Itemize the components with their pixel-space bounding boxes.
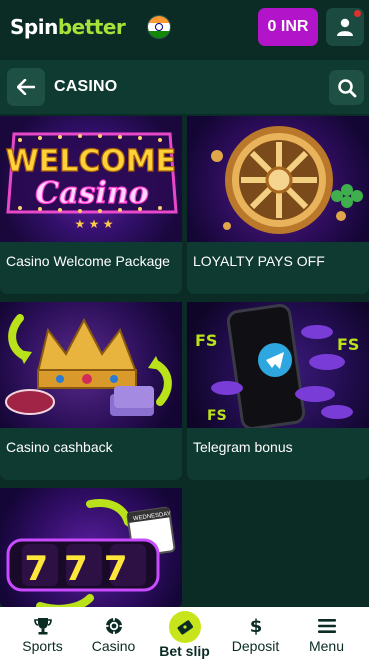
top-header: Spinbetter 0 INR [0, 0, 369, 56]
promo-image-cashback [0, 302, 182, 428]
nav-sports[interactable]: Sports [6, 607, 79, 660]
arrow-left-icon [17, 79, 35, 95]
svg-text:★ ★ ★: ★ ★ ★ [75, 217, 114, 231]
promo-image-welcome: WELCOME Casino ★ ★ ★ [0, 116, 182, 242]
nav-label: Casino [91, 638, 136, 654]
nav-label: Bet slip [159, 643, 210, 659]
page-title: CASINO [54, 78, 118, 95]
svg-text:FS: FS [207, 408, 227, 424]
svg-text:Casino: Casino [35, 176, 148, 211]
svg-text:777: 777 [25, 549, 144, 589]
promo-title: Telegram bonus [193, 439, 293, 455]
promo-card-loyalty[interactable]: LOYALTY PAYS OFF [187, 116, 369, 294]
promo-card-slots[interactable]: WEDNESDAY 777 [0, 488, 182, 608]
nav-label: Menu [308, 638, 345, 654]
logo-part-better: better [57, 15, 126, 39]
user-icon [337, 18, 353, 36]
section-header: CASINO [0, 60, 369, 114]
balance-button[interactable]: 0 INR [258, 8, 318, 46]
profile-button[interactable] [326, 8, 364, 46]
promo-card-cashback[interactable]: Casino cashback [0, 302, 182, 480]
nav-deposit[interactable]: $ Deposit [219, 607, 292, 660]
svg-text:$: $ [249, 616, 262, 636]
svg-text:FS: FS [195, 331, 217, 350]
back-button[interactable] [7, 68, 45, 106]
promo-card-welcome[interactable]: WELCOME Casino ★ ★ ★ Casino Welcome Pack… [0, 116, 182, 294]
promo-title: Casino Welcome Package [6, 253, 170, 269]
logo-part-spin: Spin [10, 15, 58, 39]
nav-bet-slip[interactable]: Bet slip [148, 607, 221, 660]
promo-image-loyalty [187, 116, 369, 242]
nav-menu[interactable]: Menu [290, 607, 363, 660]
logo[interactable]: Spinbetter [10, 15, 126, 39]
search-button[interactable] [329, 70, 364, 105]
ticket-icon [168, 611, 201, 643]
india-flag-icon[interactable] [147, 15, 171, 39]
search-icon [337, 78, 356, 97]
dollar-icon: $ [246, 616, 266, 636]
casino-chip-icon [104, 617, 124, 635]
hamburger-icon [317, 617, 337, 635]
bottom-navigation: Sports Casino Bet slip $ Deposit Menu [0, 607, 369, 660]
notification-dot [354, 10, 361, 17]
nav-label: Deposit [231, 638, 280, 654]
svg-text:WELCOME: WELCOME [6, 144, 177, 179]
nav-casino[interactable]: Casino [77, 607, 150, 660]
promo-title: Casino cashback [6, 439, 113, 455]
promo-image-telegram: FS FS FS [187, 302, 369, 428]
promo-image-slots: WEDNESDAY 777 [0, 488, 182, 608]
promo-card-telegram[interactable]: FS FS FS Telegram bonus [187, 302, 369, 480]
promo-title: LOYALTY PAYS OFF [193, 253, 325, 269]
svg-text:FS: FS [337, 335, 359, 354]
nav-label: Sports [22, 638, 63, 654]
trophy-icon [33, 617, 53, 635]
